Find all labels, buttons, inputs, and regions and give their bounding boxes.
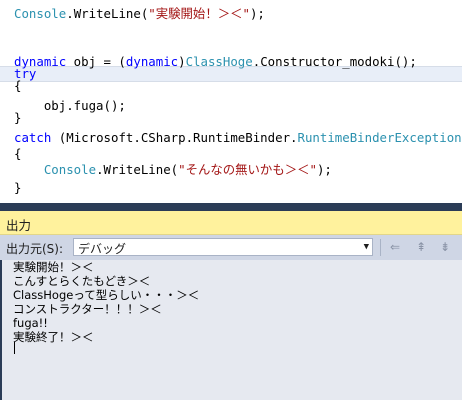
output-source-label: 出力元(S):: [6, 242, 64, 256]
code-token: );: [316, 162, 332, 177]
go-to-next-message-icon[interactable]: ⇟: [436, 239, 454, 256]
code-token: .WriteLine(: [96, 162, 179, 177]
find-message-in-code-icon[interactable]: ⇐: [386, 239, 404, 256]
output-source-value: デバッグ: [78, 242, 127, 256]
code-token: obj = (: [66, 54, 126, 69]
code-editor[interactable]: Console.WriteLine("実験開始！＞＜"); dynamic obj…: [0, 0, 462, 243]
code-line: dynamic obj = (dynamic)ClassHoge.Constru…: [14, 54, 417, 70]
code-token: .: [66, 6, 74, 21]
code-token: Console: [14, 6, 67, 21]
code-token: );: [249, 6, 265, 21]
code-line: Console.WriteLine("実験開始！＞＜");: [14, 6, 265, 22]
output-title-bar: 出力: [0, 211, 462, 235]
code-line: {: [14, 146, 21, 162]
code-token: {: [14, 146, 22, 161]
output-source-dropdown[interactable]: デバッグ ▼: [73, 238, 373, 256]
code-token: }: [14, 180, 22, 195]
code-token: WriteLine(: [73, 6, 149, 21]
code-token: }: [14, 110, 22, 125]
text-caret: [14, 342, 15, 354]
output-line: 実験終了！＞＜: [13, 330, 94, 344]
output-toolbar: 出力元(S): デバッグ ▼ ⇐ ⇞ ⇟: [0, 235, 462, 260]
output-line: ClassHogeって型らしい・・・＞＜: [13, 288, 200, 302]
code-token: catch: [14, 130, 52, 145]
code-line: obj.fuga();: [14, 98, 126, 114]
output-line: こんすとらくたもどき＞＜: [13, 274, 151, 288]
code-token: RuntimeBinderException: [297, 130, 462, 145]
code-line: }: [14, 110, 21, 126]
toolbar-separator: [380, 239, 381, 256]
code-token: dynamic: [125, 54, 179, 69]
output-line: コンストラクター！！！＞＜: [13, 302, 162, 316]
code-token: ): [178, 54, 186, 69]
code-token: Console: [43, 162, 97, 177]
code-line: Console.WriteLine("そんなの無いかも＞＜");: [14, 162, 332, 178]
chevron-down-icon: ▼: [363, 242, 369, 252]
code-token: obj.fuga();: [14, 98, 126, 113]
code-line: }: [14, 180, 21, 196]
output-text-pane[interactable]: 実験開始！＞＜ こんすとらくたもどき＞＜ ClassHogeって型らしい・・・＞＜コ…: [0, 260, 462, 400]
code-line: catch (Microsoft.CSharp.RuntimeBinder.Ru…: [14, 130, 462, 146]
code-token: (Microsoft.CSharp.RuntimeBinder.: [51, 130, 298, 145]
output-line: fuga!!: [13, 316, 48, 330]
code-token: .Constructor_modoki();: [252, 54, 417, 69]
code-line: {: [14, 78, 21, 94]
code-token: ClassHoge: [185, 54, 253, 69]
go-to-previous-message-icon[interactable]: ⇞: [412, 239, 430, 256]
code-token: {: [14, 78, 22, 93]
pane-divider[interactable]: [0, 203, 462, 211]
code-token: "実験開始！＞＜": [148, 6, 250, 21]
output-title: 出力: [6, 218, 32, 233]
code-token: "そんなの無いかも＞＜": [178, 162, 317, 177]
output-line: 実験開始！＞＜: [13, 260, 94, 274]
